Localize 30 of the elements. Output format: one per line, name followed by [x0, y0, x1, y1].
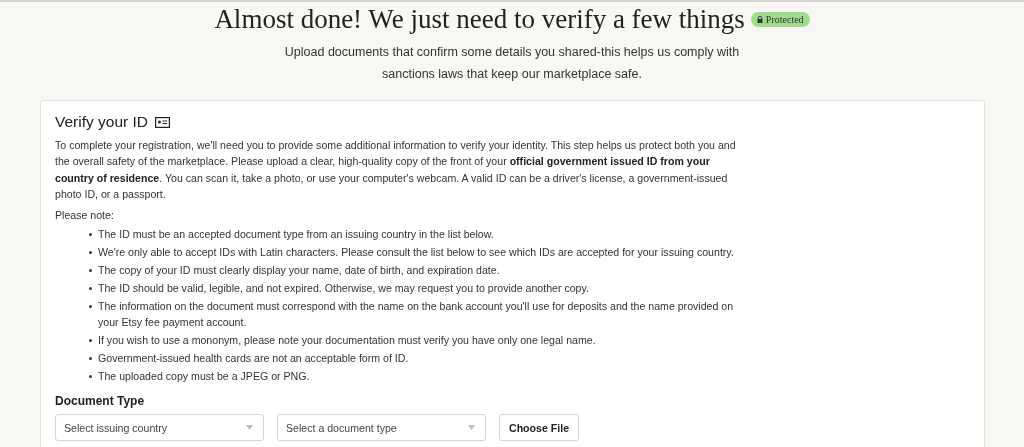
bullet-icon	[89, 233, 92, 237]
bullet-icon	[89, 269, 92, 273]
bullet-icon	[89, 305, 92, 309]
note-text: The uploaded copy must be a JPEG or PNG.	[98, 369, 310, 385]
field-label: Document Type	[55, 394, 146, 409]
note-label: Please note:	[55, 209, 115, 222]
note-text: The information on the document must correspond with the name on the bank account you'll use for deposits and the name provided on your Etsy fee payment account.	[98, 299, 735, 331]
subtitle: Upload documents that confirm some details you shared-this helps us comply with sanctions laws that keep our marketplace safe.	[283, 44, 741, 83]
note-text: The ID must be an accepted document type from an issuing country in the list below.	[98, 227, 494, 243]
bullet-icon	[89, 375, 92, 379]
choose-file-button[interactable]: Choose File	[499, 414, 580, 442]
lock-icon	[756, 16, 763, 23]
badge-label: Protected	[765, 14, 804, 25]
bullet-icon	[89, 287, 92, 291]
bullet-icon	[89, 251, 92, 255]
caret-icon	[468, 425, 475, 431]
bullet-icon	[89, 339, 92, 343]
note-text: The ID should be valid, legible, and not expired. Otherwise, we may request you to provide another copy.	[98, 281, 589, 297]
note-text: If you wish to use a mononym, please note your documentation must verify you have only one legal name.	[98, 333, 596, 349]
country-select[interactable]: Select issuing country	[55, 414, 264, 442]
note-text: We're only able to accept IDs with Latin characters. Please consult the list below to see which IDs are accepted for your issuing country.	[98, 245, 734, 261]
caret-icon	[246, 425, 253, 431]
note-text: The copy of your ID must clearly display your name, date of birth, and expiration date.	[98, 263, 500, 279]
id-card-icon	[155, 116, 171, 128]
note-text: Government-issued health cards are not an acceptable form of ID.	[98, 351, 409, 367]
document-type-select[interactable]: Select a document type	[277, 414, 486, 442]
bullet-icon	[89, 357, 92, 361]
page-title: Almost done! We just need to verify a few things	[214, 4, 745, 35]
section-title: Verify your ID	[55, 113, 149, 131]
intro-paragraph: To complete your registration, we'll need you to provide some additional information to verify your identity. This step helps us protect both you and the overall safety of the marketplace. Please upload a clear, high-quality copy of the front of your official government issued ID from your country of residence. You can scan it, take a photo, or use your computer's webcam. A valid ID can be a driver's license, a government-issued photo ID, or a passport.	[55, 138, 737, 202]
